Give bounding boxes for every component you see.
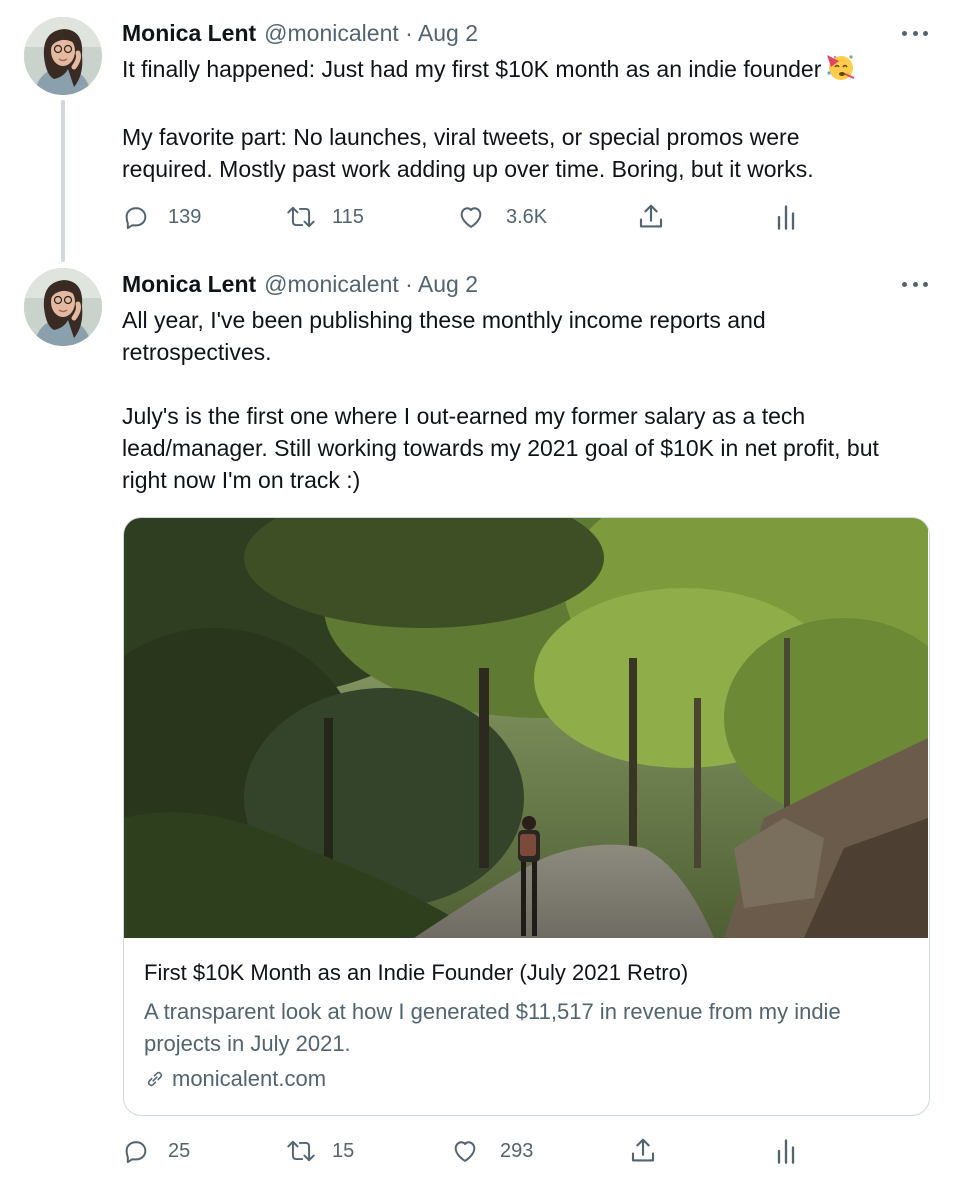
reply-count: 25: [168, 1139, 191, 1162]
heart-icon: [454, 1141, 476, 1162]
link-icon: [147, 1071, 163, 1087]
tweet-text-line: [122, 368, 932, 400]
retweet-icon: [287, 206, 315, 228]
author-avatar[interactable]: [24, 268, 102, 346]
analytics-button[interactable]: [774, 200, 798, 234]
share-button[interactable]: [628, 1134, 658, 1168]
analytics-button[interactable]: [774, 1134, 798, 1168]
link-preview-domain[interactable]: monicalent.com: [144, 1064, 914, 1094]
retweet-count: 15: [332, 1139, 355, 1162]
analytics-icon: [777, 1139, 795, 1164]
forest-path-photo[interactable]: [124, 518, 928, 938]
share-icon: [631, 1138, 655, 1162]
partying-face-emoji-icon: [825, 53, 855, 89]
tweet-text-line: required. Mostly past work adding up ove…: [122, 156, 814, 182]
author-name[interactable]: Monica Lent: [122, 271, 256, 298]
tweet-actions: 139 115 3.6K: [122, 200, 822, 234]
more-icon[interactable]: [902, 21, 928, 45]
tweet-text-line: All year, I've been publishing these mon…: [122, 307, 766, 333]
retweet-icon: [287, 1140, 315, 1162]
tweet-text-line: retrospectives.: [122, 339, 272, 365]
tweet-text: All year, I've been publishing these mon…: [122, 304, 932, 496]
description-line: A transparent look at how I generated $1…: [144, 999, 841, 1024]
author-avatar[interactable]: [24, 17, 102, 95]
heart-icon: [460, 207, 482, 228]
more-icon[interactable]: [902, 272, 928, 296]
tweet-text-line: My favorite part: No launches, viral twe…: [122, 124, 800, 150]
like-count: 293: [500, 1139, 534, 1162]
tweet-header: Monica Lent @monicalent · Aug 2: [122, 18, 478, 48]
like-button[interactable]: 3.6K: [456, 200, 547, 234]
share-button[interactable]: [636, 200, 666, 234]
tweet-text-line: July's is the first one where I out-earn…: [122, 403, 806, 429]
link-domain-text: monicalent.com: [172, 1066, 327, 1091]
tweet-text: It finally happened: Just had my first $…: [122, 53, 932, 185]
author-name[interactable]: Monica Lent: [122, 20, 256, 47]
link-preview-description: A transparent look at how I generated $1…: [144, 996, 914, 1060]
tweet-1[interactable]: Monica Lent @monicalent · Aug 2 It final…: [0, 0, 956, 262]
retweet-button[interactable]: 15: [286, 1134, 354, 1168]
tweet-text-line: lead/manager. Still working towards my 2…: [122, 435, 879, 461]
link-preview-title[interactable]: First $10K Month as an Indie Founder (Ju…: [144, 958, 914, 988]
link-preview-card[interactable]: First $10K Month as an Indie Founder (Ju…: [123, 517, 930, 1116]
retweet-button[interactable]: 115: [286, 200, 364, 234]
tweet-header: Monica Lent @monicalent · Aug 2: [122, 269, 478, 299]
analytics-icon: [777, 205, 795, 230]
link-preview-body[interactable]: First $10K Month as an Indie Founder (Ju…: [144, 958, 914, 1094]
description-line: projects in July 2021.: [144, 1031, 351, 1056]
like-button[interactable]: 293: [450, 1134, 533, 1168]
tweet-actions: 25 15 293: [122, 1134, 822, 1168]
tweet-text-line: [122, 89, 932, 121]
reply-count: 139: [168, 205, 202, 228]
tweet-text-line: right now I'm on track :): [122, 467, 361, 493]
reply-icon: [125, 1141, 147, 1164]
retweet-count: 115: [332, 205, 364, 228]
reply-icon: [125, 207, 147, 230]
reply-button[interactable]: 139: [122, 200, 201, 234]
reply-button[interactable]: 25: [122, 1134, 190, 1168]
author-handle-date[interactable]: @monicalent · Aug 2: [264, 20, 478, 47]
share-icon: [639, 204, 663, 228]
tweet-text-line: It finally happened: Just had my first $…: [122, 53, 932, 89]
author-handle-date[interactable]: @monicalent · Aug 2: [264, 271, 478, 298]
like-count: 3.6K: [506, 205, 548, 228]
